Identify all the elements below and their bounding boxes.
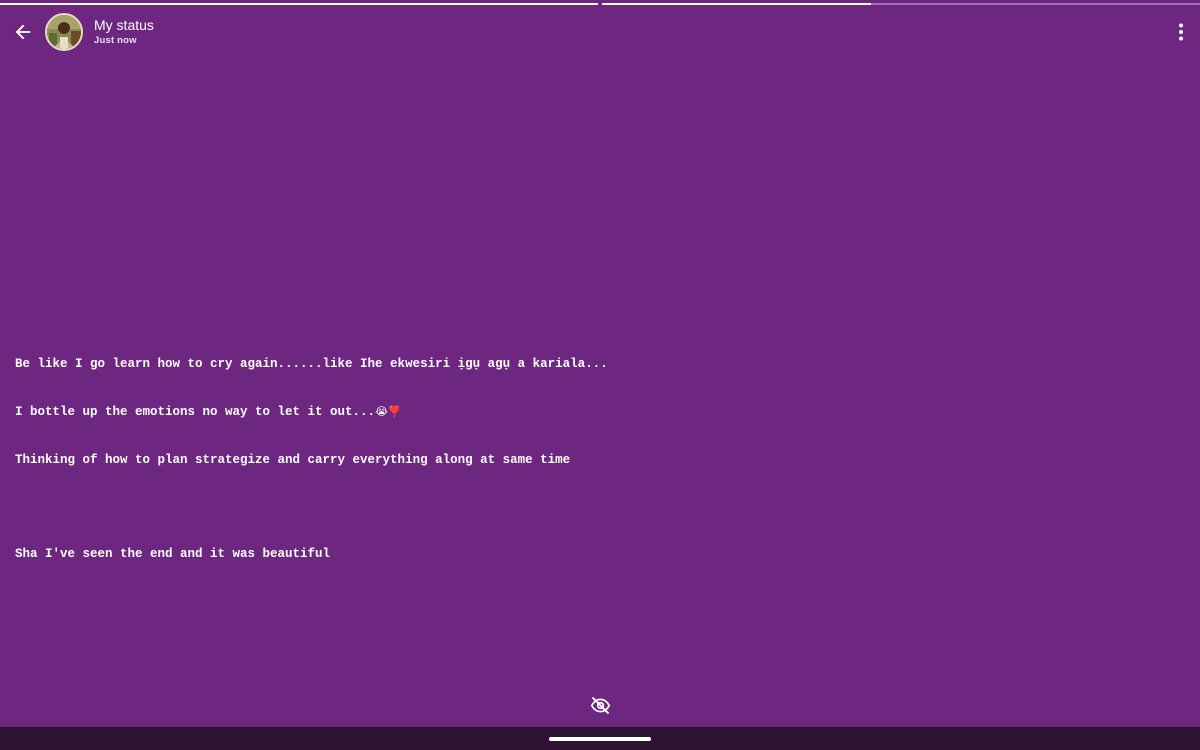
status-emojis: 😭❣️ [375,405,402,418]
progress-segment-2 [602,3,1200,5]
avatar[interactable] [45,13,83,51]
more-options-button[interactable] [1174,20,1188,44]
avatar-image [47,15,81,49]
navigation-bar [0,727,1200,750]
progress-segment-2-fill [602,3,872,5]
back-button[interactable] [8,17,38,47]
progress-segment-1 [0,3,598,5]
status-owner-title: My status [94,17,154,33]
status-text-line-2-text: I bottle up the emotions no way to let i… [15,405,376,419]
status-text-line-1: Be like I go learn how to cry again.....… [15,357,608,371]
arrow-left-icon [15,24,31,40]
status-progress-bar [0,3,1200,5]
status-header-info: My status Just now [94,17,154,48]
status-text-line-3: Thinking of how to plan strategize and c… [15,453,571,467]
status-text: Be like I go learn how to cry again.....… [15,324,608,594]
progress-segment-1-fill [0,3,598,5]
status-text-blank-line [15,500,608,514]
status-text-line-4: Sha I've seen the end and it was beautif… [15,547,331,561]
status-text-line-2: I bottle up the emotions no way to let i… [15,404,608,420]
eye-off-icon [590,696,610,714]
status-timestamp: Just now [94,35,137,46]
home-gesture-handle[interactable] [549,737,651,741]
more-vertical-icon [1179,23,1183,41]
status-viewer: My status Just now Be like I go learn ho… [0,0,1200,750]
viewers-button[interactable] [589,694,611,716]
